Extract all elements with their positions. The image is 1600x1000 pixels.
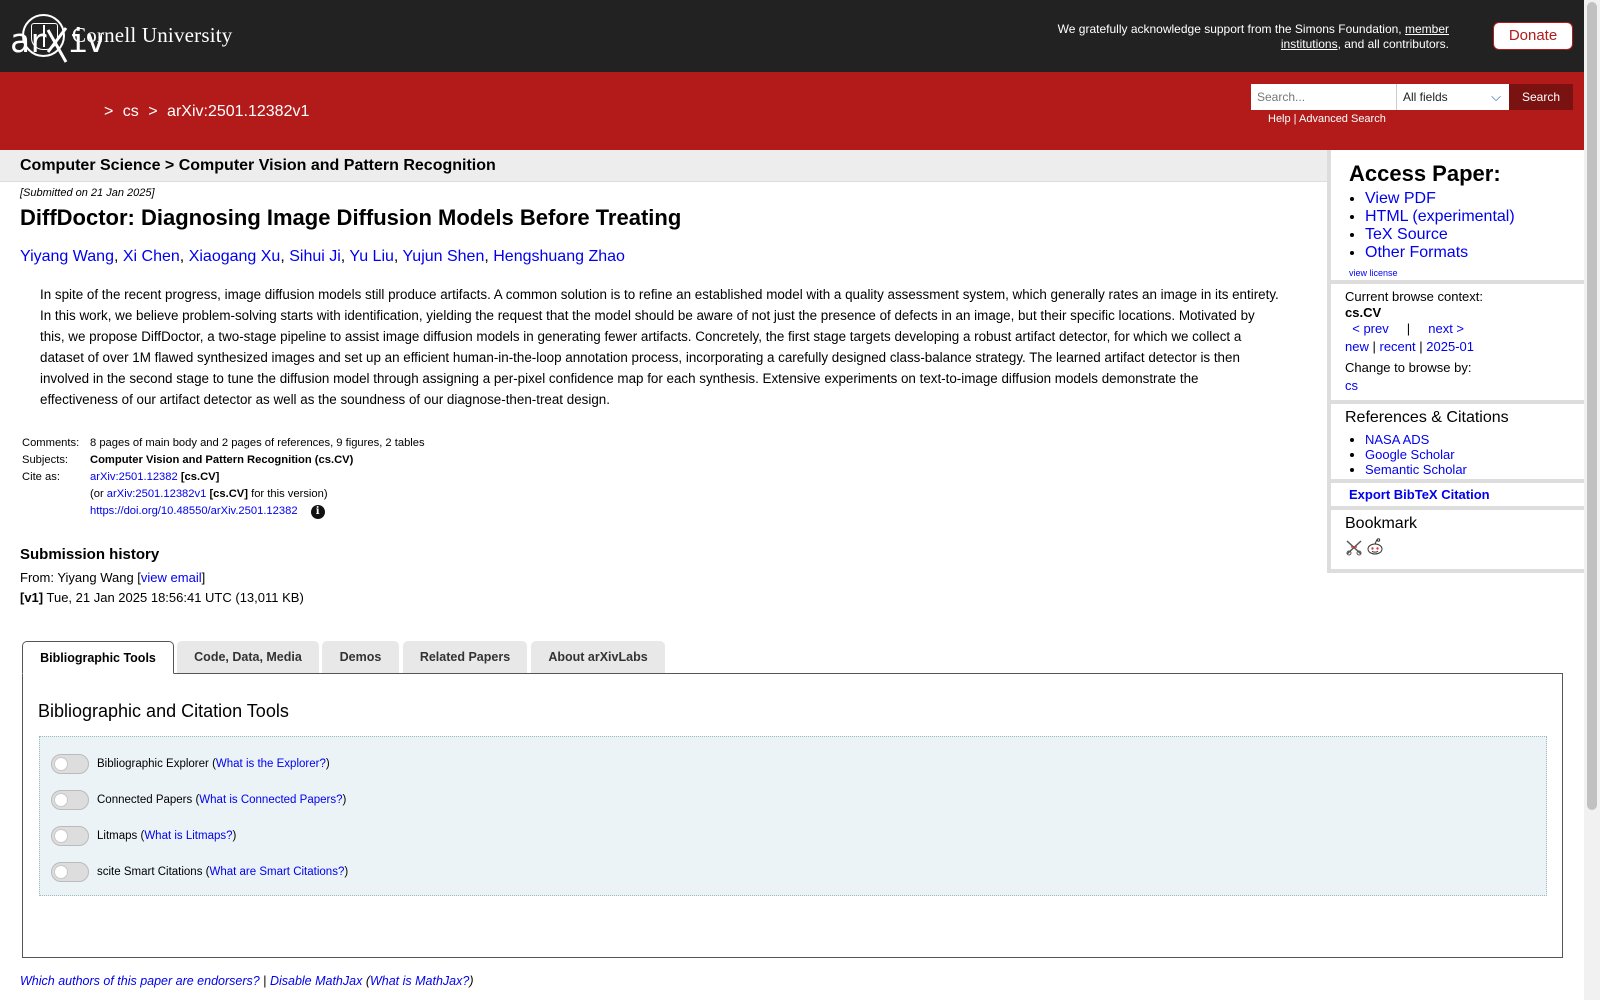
references-heading: References & Citations bbox=[1345, 409, 1509, 426]
author-list: Yiyang Wang, Xi Chen, Xiaogang Xu, Sihui… bbox=[20, 248, 625, 265]
tool-connected-papers: Connected Papers (What is Connected Pape… bbox=[51, 790, 346, 810]
tool-bibliographic-explorer: Bibliographic Explorer (What is the Expl… bbox=[51, 754, 330, 774]
search-input[interactable] bbox=[1251, 84, 1396, 110]
disable-mathjax-link[interactable]: Disable MathJax bbox=[270, 974, 362, 988]
what-is-connected-papers-link[interactable]: What is Connected Papers? bbox=[199, 794, 342, 806]
sidebar: Access Paper: View PDF HTML (experimenta… bbox=[1327, 150, 1585, 573]
tools-list: Bibliographic Explorer (What is the Expl… bbox=[39, 736, 1547, 896]
next-link[interactable]: next > bbox=[1428, 321, 1464, 336]
svg-text:iv: iv bbox=[68, 22, 102, 60]
info-icon[interactable]: i bbox=[310, 505, 325, 519]
view-email-link[interactable]: view email bbox=[141, 570, 202, 585]
reddit-icon[interactable] bbox=[1366, 538, 1384, 556]
author-link[interactable]: Xiaogang Xu bbox=[189, 248, 281, 265]
subjects-value: Computer Vision and Pattern Recognition … bbox=[90, 454, 354, 466]
author-link[interactable]: Sihui Ji bbox=[289, 248, 341, 265]
submission-from: From: Yiyang Wang [view email] bbox=[20, 570, 206, 585]
recent-link[interactable]: recent bbox=[1380, 339, 1416, 354]
tab-related-papers[interactable]: Related Papers bbox=[403, 641, 527, 673]
toggle-switch[interactable] bbox=[51, 754, 89, 774]
author-link[interactable]: Yiyang Wang bbox=[20, 248, 114, 265]
paper-title: DiffDoctor: Diagnosing Image Diffusion M… bbox=[20, 205, 682, 230]
footer-links: Which authors of this paper are endorser… bbox=[20, 974, 474, 988]
search-button[interactable]: Search bbox=[1509, 84, 1573, 110]
toggle-switch[interactable] bbox=[51, 790, 89, 810]
search-help-links: Help | Advanced Search bbox=[1268, 113, 1386, 125]
bookmark-heading: Bookmark bbox=[1345, 515, 1418, 532]
access-paper-list: View PDF HTML (experimental) TeX Source … bbox=[1347, 190, 1515, 262]
references-list: NASA ADS Google Scholar Semantic Scholar bbox=[1347, 432, 1467, 477]
author-link[interactable]: Yujun Shen bbox=[403, 248, 485, 265]
tool-scite: scite Smart Citations (What are Smart Ci… bbox=[51, 862, 348, 882]
sidebar-divider bbox=[1331, 400, 1585, 404]
tab-about-arxivlabs[interactable]: About arXivLabs bbox=[531, 641, 665, 673]
what-is-litmaps-link[interactable]: What is Litmaps? bbox=[144, 830, 232, 842]
arxiv-logo[interactable]: ar iv bbox=[10, 22, 102, 64]
html-experimental-link[interactable]: HTML (experimental) bbox=[1365, 208, 1515, 225]
google-scholar-link[interactable]: Google Scholar bbox=[1365, 447, 1455, 462]
author-link[interactable]: Xi Chen bbox=[123, 248, 180, 265]
metadata-table: Comments: 8 pages of main body and 2 pag… bbox=[22, 437, 425, 519]
listing-links: new | recent | 2025-01 bbox=[1345, 339, 1474, 354]
tool-litmaps: Litmaps (What is Litmaps?) bbox=[51, 826, 236, 846]
version-v1: [v1] Tue, 21 Jan 2025 18:56:41 UTC (13,0… bbox=[20, 590, 304, 605]
view-license-link[interactable]: view license bbox=[1349, 268, 1398, 278]
scrollbar-thumb[interactable] bbox=[1587, 2, 1597, 810]
submission-date: [Submitted on 21 Jan 2025] bbox=[20, 187, 155, 199]
tex-source-link[interactable]: TeX Source bbox=[1365, 226, 1448, 243]
page-scrollbar[interactable] bbox=[1584, 0, 1600, 1000]
view-pdf-link[interactable]: View PDF bbox=[1365, 190, 1436, 207]
author-link[interactable]: Hengshuang Zhao bbox=[493, 248, 625, 265]
bibsonomy-icon[interactable] bbox=[1345, 538, 1363, 556]
prev-next-nav: < prev | next > bbox=[1352, 321, 1465, 336]
panel-heading: Bibliographic and Citation Tools bbox=[38, 701, 289, 721]
comments-value: 8 pages of main body and 2 pages of refe… bbox=[90, 437, 425, 449]
search-field-select[interactable]: All fields ⌵ bbox=[1396, 84, 1509, 110]
breadcrumb-paper-id: arXiv:2501.12382v1 bbox=[167, 103, 310, 120]
author-link[interactable]: Yu Liu bbox=[349, 248, 393, 265]
tab-bibliographic-tools[interactable]: Bibliographic Tools bbox=[22, 641, 174, 674]
subject-breadcrumb: Computer Science > Computer Vision and P… bbox=[0, 150, 1327, 182]
what-are-smart-citations-link[interactable]: What are Smart Citations? bbox=[209, 866, 344, 878]
toggle-switch[interactable] bbox=[51, 862, 89, 882]
submission-history-heading: Submission history bbox=[20, 546, 160, 563]
help-link[interactable]: Help bbox=[1268, 113, 1291, 125]
support-acknowledgement: We gratefully acknowledge support from t… bbox=[1057, 22, 1449, 51]
breadcrumb: > cs > arXiv:2501.12382v1 bbox=[104, 103, 310, 120]
access-paper-heading: Access Paper: bbox=[1349, 161, 1501, 186]
toggle-switch[interactable] bbox=[51, 826, 89, 846]
cornell-topbar: Cornell University We gratefully acknowl… bbox=[0, 0, 1584, 72]
sidebar-divider bbox=[1331, 280, 1585, 284]
prev-link[interactable]: < prev bbox=[1352, 321, 1389, 336]
advanced-search-link[interactable]: Advanced Search bbox=[1299, 113, 1386, 125]
breadcrumb-cs[interactable]: cs bbox=[123, 103, 139, 120]
what-is-explorer-link[interactable]: What is the Explorer? bbox=[216, 758, 326, 770]
tab-code-data-media[interactable]: Code, Data, Media bbox=[177, 641, 319, 673]
bookmark-icons bbox=[1345, 538, 1384, 556]
bibliographic-tools-panel: Bibliographic and Citation Tools Bibliog… bbox=[22, 673, 1563, 958]
browse-context: Current browse context: cs.CV bbox=[1345, 289, 1484, 320]
abstract: In spite of the recent progress, image d… bbox=[40, 287, 1279, 407]
chevron-down-icon: ⌵ bbox=[1491, 89, 1501, 104]
sidebar-divider bbox=[1331, 479, 1585, 483]
svg-text:ar: ar bbox=[10, 22, 47, 60]
other-formats-link[interactable]: Other Formats bbox=[1365, 244, 1468, 261]
cite-id-link[interactable]: arXiv:2501.12382 bbox=[90, 471, 178, 483]
version-id-link[interactable]: arXiv:2501.12382v1 bbox=[107, 488, 207, 500]
sidebar-divider bbox=[1331, 506, 1585, 510]
doi-link[interactable]: https://doi.org/10.48550/arXiv.2501.1238… bbox=[90, 505, 298, 517]
what-is-mathjax-link[interactable]: What is MathJax? bbox=[370, 974, 469, 988]
new-link[interactable]: new bbox=[1345, 339, 1369, 354]
nasa-ads-link[interactable]: NASA ADS bbox=[1365, 432, 1429, 447]
endorsers-link[interactable]: Which authors of this paper are endorser… bbox=[20, 974, 260, 988]
month-link[interactable]: 2025-01 bbox=[1426, 339, 1474, 354]
change-browse-label: Change to browse by: bbox=[1345, 360, 1472, 375]
export-bibtex-link[interactable]: Export BibTeX Citation bbox=[1349, 487, 1490, 502]
browse-cs-link[interactable]: cs bbox=[1345, 378, 1358, 393]
tab-demos[interactable]: Demos bbox=[322, 641, 399, 673]
browse-context-value: cs.CV bbox=[1345, 305, 1382, 320]
donate-button[interactable]: Donate bbox=[1493, 22, 1573, 50]
semantic-scholar-link[interactable]: Semantic Scholar bbox=[1365, 462, 1467, 477]
